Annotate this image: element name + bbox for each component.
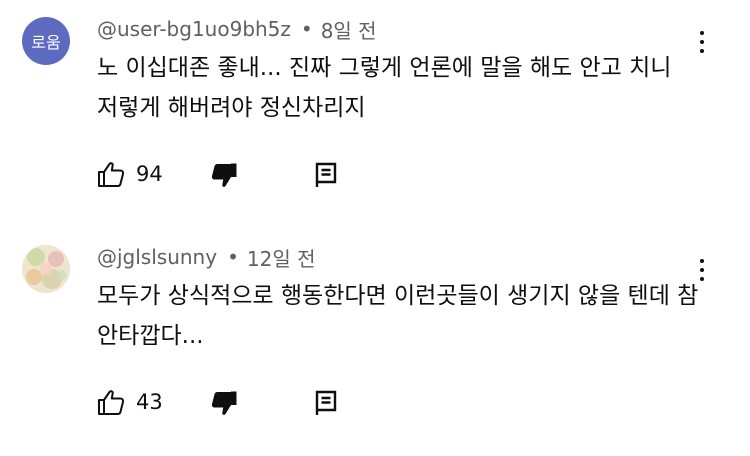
meta-separator: • — [227, 245, 239, 269]
reply-icon — [315, 162, 337, 187]
thumbs-down-icon — [211, 391, 237, 415]
thumbs-down-icon — [211, 163, 237, 187]
like-count: 43 — [136, 390, 163, 414]
avatar[interactable]: 로움 — [22, 17, 70, 65]
comment-author[interactable]: @jglslsunny — [97, 245, 217, 269]
meta-separator: • — [300, 17, 313, 41]
like-button[interactable]: 94 — [96, 159, 163, 189]
comment-time[interactable]: 12일 전 — [247, 243, 316, 272]
dislike-button[interactable] — [209, 161, 239, 195]
avatar[interactable] — [22, 245, 70, 293]
comment-meta: @jglslsunny • 12일 전 — [97, 242, 315, 272]
comment-author[interactable]: @user-bg1uo9bh5z — [97, 17, 291, 41]
comment-time[interactable]: 8일 전 — [321, 15, 377, 44]
reply-button[interactable] — [314, 389, 340, 421]
comment-text: 모두가 상식적으로 행동한다면 이런곳들이 생기지 않을 텐데 참 안타깝다..… — [97, 283, 699, 349]
thumbs-up-icon — [98, 390, 125, 415]
dislike-button[interactable] — [209, 389, 239, 423]
like-count: 94 — [136, 162, 163, 186]
comment-actions: 43 — [96, 386, 356, 420]
reply-button[interactable] — [314, 161, 340, 193]
more-vertical-icon[interactable] — [692, 252, 712, 288]
avatar-initials: 로움 — [31, 33, 61, 52]
like-button[interactable]: 43 — [96, 387, 163, 417]
comment-text: 노 이십대존 좋내... 진짜 그렇게 언론에 말을 해도 안고 치니 저렇게 … — [97, 55, 672, 121]
comment-meta: @user-bg1uo9bh5z • 8일 전 — [97, 14, 377, 44]
reply-icon — [315, 390, 337, 415]
comment-actions: 94 — [96, 158, 356, 192]
avatar-image — [22, 245, 70, 293]
thumbs-up-icon — [98, 162, 125, 187]
more-vertical-icon[interactable] — [692, 24, 712, 60]
